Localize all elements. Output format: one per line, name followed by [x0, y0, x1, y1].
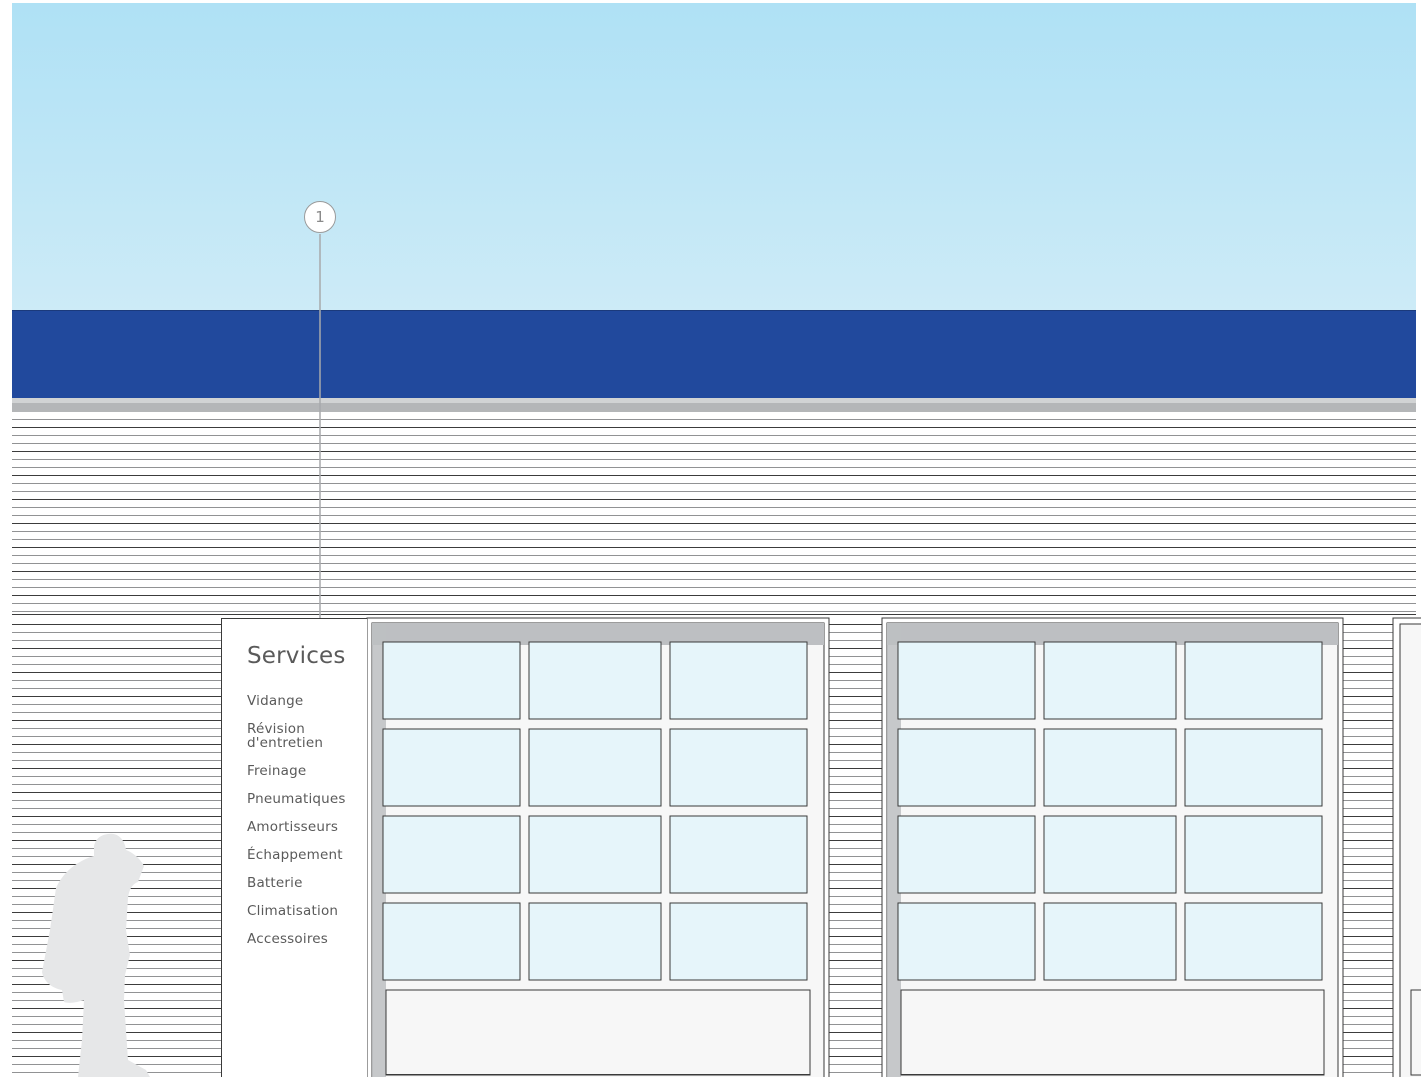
- storefront-elevation: 1 Services Vidange Révision d'entretien …: [0, 0, 1421, 1077]
- service-item-accessoires: Accessoires: [247, 931, 329, 947]
- callout-number-badge: 1: [304, 201, 336, 233]
- sky: [12, 3, 1416, 311]
- service-item-amortisseurs: Amortisseurs: [247, 819, 339, 835]
- services-sign: Services Vidange Révision d'entretien Fr…: [221, 618, 367, 1077]
- blue-fascia-band: [12, 310, 1416, 398]
- service-item-batterie: Batterie: [247, 875, 303, 891]
- facade-drawing: [12, 3, 1421, 1077]
- services-list: Vidange Révision d'entretien Freinage Pn…: [247, 694, 346, 960]
- service-item-vidange: Vidange: [247, 693, 304, 709]
- service-item-revision: Révision d'entretien: [247, 721, 324, 751]
- coping-strip: [12, 398, 1416, 403]
- wall-siding-upper: [12, 419, 1416, 615]
- service-item-freinage: Freinage: [247, 763, 307, 779]
- service-item-climatisation: Climatisation: [247, 903, 339, 919]
- garage-doors: [366, 617, 1421, 1077]
- service-item-pneumatiques: Pneumatiques: [247, 791, 346, 807]
- services-sign-title: Services: [247, 643, 346, 669]
- service-item-echappement: Échappement: [247, 847, 343, 863]
